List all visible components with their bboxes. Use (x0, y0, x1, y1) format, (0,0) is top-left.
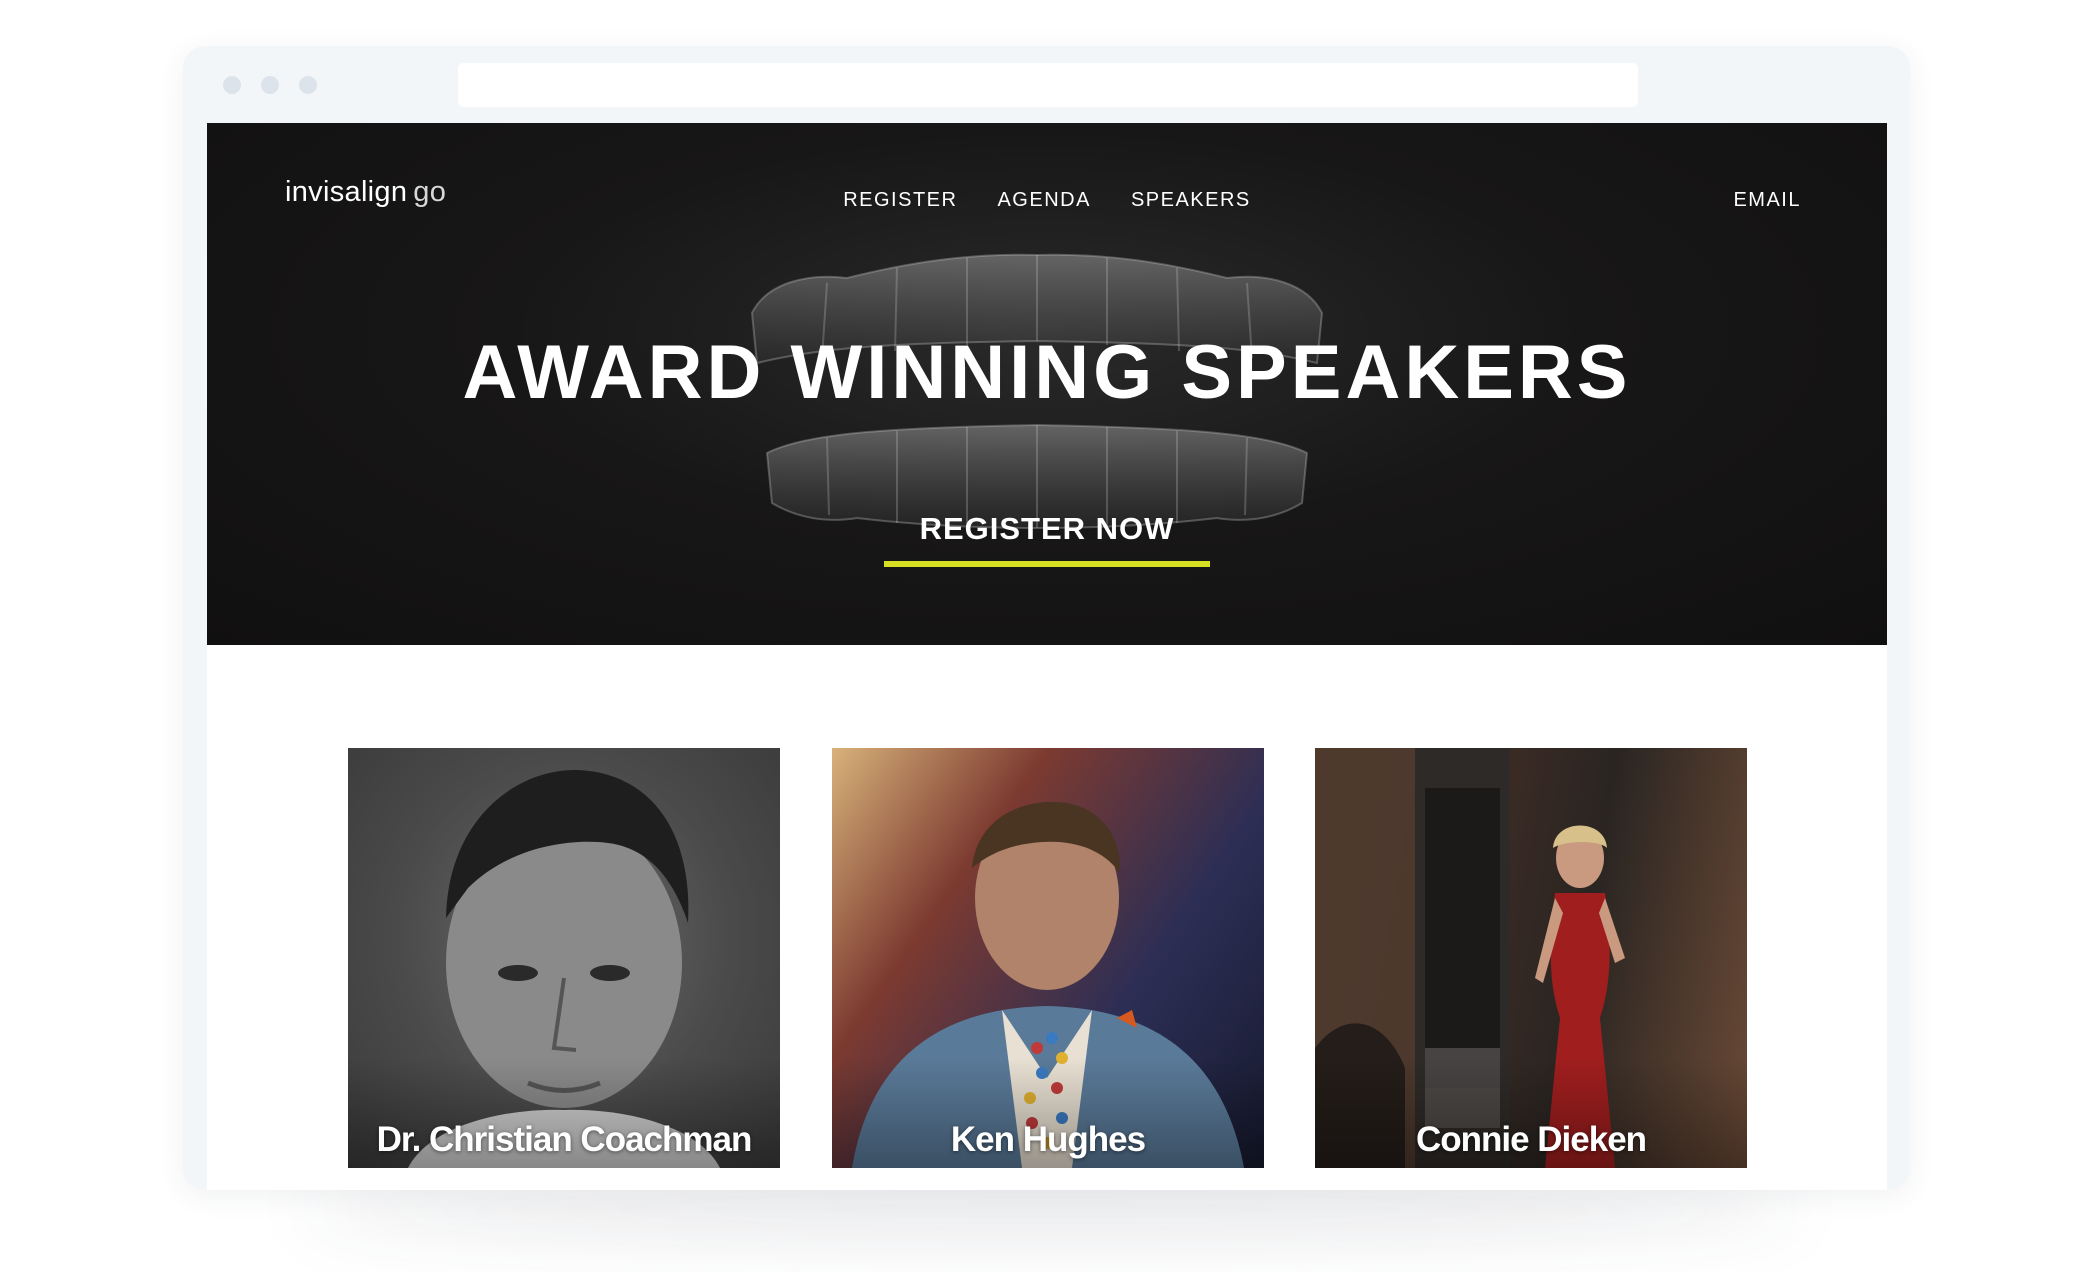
speaker-name: Dr. Christian Coachman (376, 1120, 753, 1159)
cta-container: REGISTER NOW (207, 511, 1887, 567)
register-now-button[interactable]: REGISTER NOW (883, 511, 1211, 567)
speaker-name: Connie Dieken (1415, 1120, 1647, 1159)
hero-title: AWARD WINNING SPEAKERS (462, 330, 1632, 415)
nav-speakers-link[interactable]: SPEAKERS (1131, 189, 1251, 212)
window-controls (223, 76, 317, 94)
maximize-dot[interactable] (299, 76, 317, 94)
page-viewport: invisalign go REGISTER AGENDA SPEAKERS EM… (207, 123, 1887, 1190)
speaker-card-dieken[interactable]: Connie Dieken (1315, 748, 1747, 1168)
nav-links: REGISTER AGENDA SPEAKERS (207, 189, 1887, 212)
top-navigation: invisalign go REGISTER AGENDA SPEAKERS EM… (207, 123, 1887, 263)
register-now-label: REGISTER NOW (919, 511, 1175, 546)
browser-window: invisalign go REGISTER AGENDA SPEAKERS EM… (183, 46, 1910, 1190)
nav-email-link[interactable]: EMAIL (1733, 189, 1801, 212)
hero-banner: invisalign go REGISTER AGENDA SPEAKERS EM… (207, 123, 1887, 645)
minimize-dot[interactable] (261, 76, 279, 94)
nav-register-link[interactable]: REGISTER (843, 189, 957, 212)
speaker-card-coachman[interactable]: Dr. Christian Coachman (348, 748, 780, 1168)
speaker-name: Ken Hughes (950, 1120, 1146, 1159)
speaker-card-hughes[interactable]: Ken Hughes (832, 748, 1264, 1168)
close-dot[interactable] (223, 76, 241, 94)
nav-agenda-link[interactable]: AGENDA (997, 189, 1090, 212)
address-bar[interactable] (458, 63, 1638, 107)
